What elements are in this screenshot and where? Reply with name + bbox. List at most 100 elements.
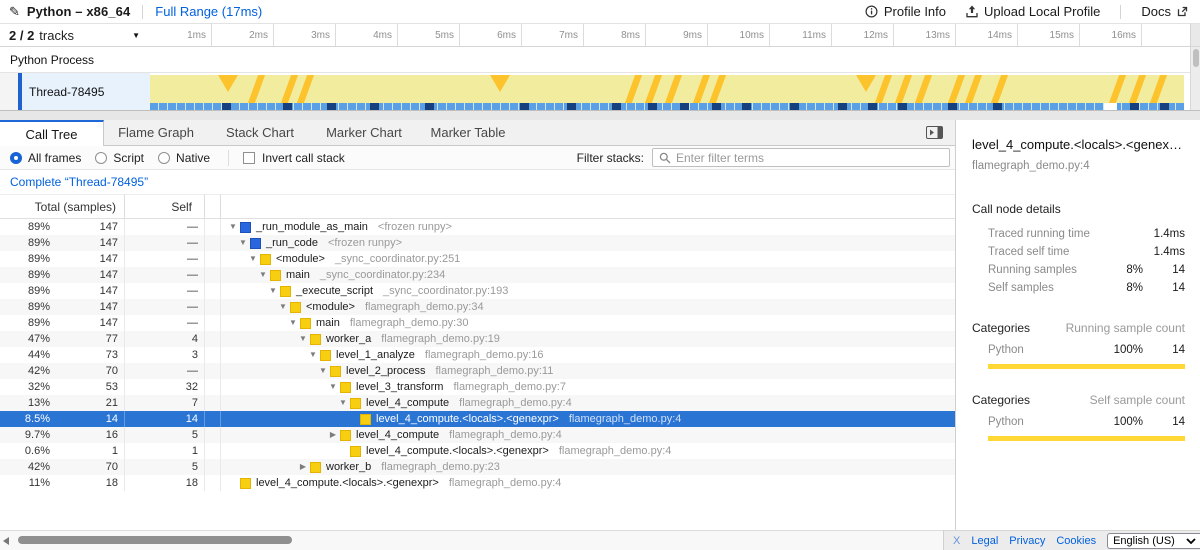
upload-profile-button[interactable]: Upload Local Profile [966,4,1100,19]
horizontal-scrollbar-thumb[interactable] [18,536,292,544]
table-row[interactable]: 89%147—▼_run_module_as_main<frozen runpy… [0,219,955,235]
table-row[interactable]: 42%705▶worker_bflamegraph_demo.py:23 [0,459,955,475]
twisty-icon[interactable]: ▼ [276,299,290,315]
twisty-icon[interactable]: ▶ [296,459,310,475]
sidebar-toggle-icon[interactable] [926,126,943,139]
tab-marker-chart[interactable]: Marker Chart [312,120,416,145]
table-row[interactable]: 13%217▼level_4_computeflamegraph_demo.py… [0,395,955,411]
cell-total-samples: 73 [54,347,118,363]
frame-category-icon [340,382,351,393]
activity-spike [665,75,682,103]
column-divider [204,363,205,379]
tracks-vertical-scrollbar[interactable] [1190,47,1200,110]
profile-name[interactable]: Python – x86_64 [27,4,130,19]
complete-range-link[interactable]: Complete “Thread-78495” [10,175,148,189]
thread-sample-strip[interactable] [150,103,1184,110]
category-count: 14 [1143,416,1185,428]
table-row[interactable]: 8.5%1414level_4_compute.<locals>.<genexp… [0,411,955,427]
twisty-icon[interactable]: ▼ [326,379,340,395]
function-name: level_4_compute [356,427,439,443]
track-thread-label[interactable]: Thread-78495 [22,73,150,110]
twisty-icon[interactable]: ▼ [266,283,280,299]
activity-spike [297,75,314,103]
filter-search-box[interactable] [652,148,950,167]
tab-stack-chart[interactable]: Stack Chart [208,120,312,145]
radio-script[interactable]: Script [95,151,144,165]
column-header-total[interactable]: Total (samples) [0,195,120,214]
twisty-icon[interactable]: ▼ [246,251,260,267]
categories-count-label: Self sample count [1090,393,1185,407]
chevron-down-icon [1186,538,1196,544]
table-row[interactable]: 89%147—▼<module>flamegraph_demo.py:34 [0,299,955,315]
table-row[interactable]: 32%5332▼level_3_transformflamegraph_demo… [0,379,955,395]
twisty-icon[interactable]: ▼ [316,363,330,379]
ruler-tick: 16ms [1080,24,1142,46]
footer-link-legal[interactable]: Legal [971,535,998,547]
detail-label: Running samples [988,264,1109,276]
tab-flame-graph[interactable]: Flame Graph [104,120,208,145]
cell-total-percent: 42% [0,459,50,475]
scrollbar-thumb[interactable] [1193,49,1199,67]
twisty-icon[interactable]: ▼ [336,395,350,411]
column-divider [124,331,125,347]
cell-total-samples: 53 [54,379,118,395]
thread-activity-graph[interactable] [150,75,1184,103]
docs-link[interactable]: Docs [1141,4,1188,19]
twisty-icon[interactable]: ▼ [306,347,320,363]
twisty-icon[interactable]: ▼ [256,267,270,283]
edit-profile-name-icon[interactable]: ✎ [9,4,20,20]
table-row[interactable]: 11%1818level_4_compute.<locals>.<genexpr… [0,475,955,491]
table-row[interactable]: 9.7%165▶level_4_computeflamegraph_demo.p… [0,427,955,443]
call-tree-header: Total (samples) Self [0,195,955,219]
ruler-tick: 13ms [894,24,956,46]
invert-call-stack-checkbox[interactable]: Invert call stack [243,151,345,165]
function-name: main [316,315,340,331]
table-row[interactable]: 42%70—▼level_2_processflamegraph_demo.py… [0,363,955,379]
table-row[interactable]: 47%774▼worker_aflamegraph_demo.py:19 [0,331,955,347]
cell-total-percent: 89% [0,251,50,267]
twisty-icon[interactable]: ▼ [236,235,250,251]
radio-native[interactable]: Native [158,151,210,165]
table-row[interactable]: 89%147—▼_execute_script_sync_coordinator… [0,283,955,299]
table-row[interactable]: 89%147—▼<module>_sync_coordinator.py:251 [0,251,955,267]
column-divider [204,315,205,331]
table-row[interactable]: 44%733▼level_1_analyzeflamegraph_demo.py… [0,347,955,363]
sidebar-detail-row: Self samples8%14 [972,279,1185,297]
twisty-icon[interactable]: ▶ [326,427,340,443]
language-select[interactable]: English (US) [1107,533,1200,549]
footer-close-button[interactable]: X [953,535,960,547]
table-row[interactable]: 89%147—▼main_sync_coordinator.py:234 [0,267,955,283]
category-count: 14 [1143,344,1185,356]
twisty-icon[interactable]: ▼ [296,331,310,347]
full-range-link[interactable]: Full Range (17ms) [155,4,262,19]
table-row[interactable]: 89%147—▼mainflamegraph_demo.py:30 [0,315,955,331]
filter-stacks-input[interactable] [676,151,943,165]
column-divider [124,379,125,395]
sample-block [790,103,799,110]
frame-category-icon [310,462,321,473]
cell-total-samples: 1 [54,443,118,459]
track-thread[interactable]: Thread-78495 [0,73,1200,110]
column-divider [124,315,125,331]
column-divider [124,235,125,251]
footer-link-cookies[interactable]: Cookies [1056,535,1096,547]
tracks-dropdown[interactable]: 2 / 2 tracks ▼ [0,24,150,46]
sample-block [838,103,847,110]
categories-header: CategoriesSelf sample count [972,393,1185,407]
radio-all-frames[interactable]: All frames [10,151,81,165]
twisty-icon[interactable]: ▼ [286,315,300,331]
tab-call-tree[interactable]: Call Tree [0,120,104,146]
profile-info-button[interactable]: Profile Info [865,4,946,19]
cell-function: ▶level_4_computeflamegraph_demo.py:4 [226,427,955,443]
ruler-tick: 14ms [956,24,1018,46]
table-row[interactable]: 0.6%11level_4_compute.<locals>.<genexpr>… [0,443,955,459]
table-row[interactable]: 89%147—▼_run_code<frozen runpy> [0,235,955,251]
footer-link-privacy[interactable]: Privacy [1009,535,1045,547]
tab-marker-table[interactable]: Marker Table [416,120,520,145]
cell-total-samples: 147 [54,251,118,267]
column-header-self[interactable]: Self [128,195,198,214]
twisty-icon[interactable]: ▼ [226,219,240,235]
scroll-left-arrow-icon[interactable] [3,537,9,545]
sample-block [222,103,231,110]
track-python-process[interactable]: Python Process [0,47,1200,73]
